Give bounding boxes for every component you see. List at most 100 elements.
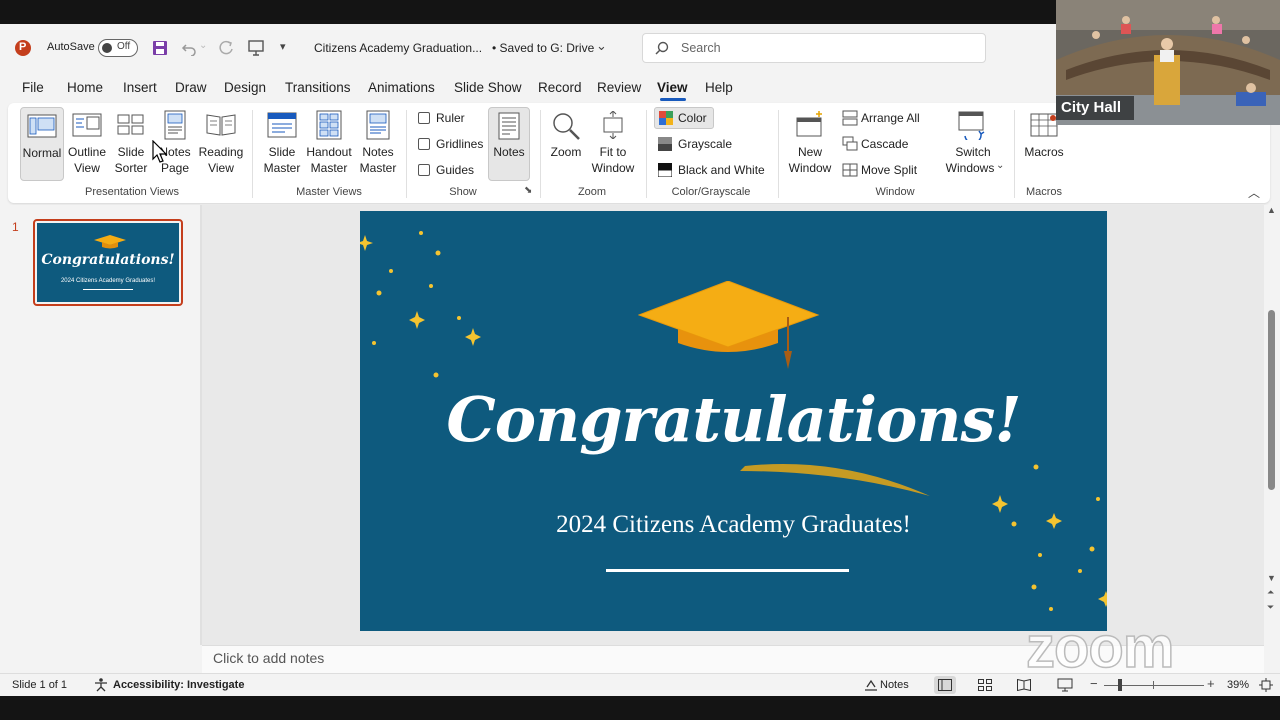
- cascade-label[interactable]: Cascade: [861, 137, 908, 151]
- slide-master-icon: [267, 112, 297, 138]
- tab-slide-show[interactable]: Slide Show: [454, 78, 522, 98]
- collapse-ribbon-chevron-up-icon[interactable]: ︿: [1248, 184, 1260, 201]
- tab-design[interactable]: Design: [224, 78, 266, 98]
- move-split-label[interactable]: Move Split: [861, 163, 917, 177]
- slide-sorter-label-2: Sorter: [114, 161, 148, 175]
- tab-view[interactable]: View: [657, 78, 688, 98]
- guides-checkbox[interactable]: [418, 164, 430, 176]
- ribbon-separator: [540, 110, 541, 198]
- notes-toggle-button[interactable]: Notes: [488, 107, 530, 181]
- scroll-up-icon[interactable]: ▲: [1267, 205, 1276, 215]
- next-slide-icon[interactable]: ⏷: [1267, 602, 1274, 613]
- undo-icon[interactable]: [181, 40, 197, 56]
- scroll-thumb[interactable]: [1268, 310, 1275, 490]
- arrange-all-icon[interactable]: [842, 110, 858, 126]
- slide-sorter-status-icon[interactable]: [978, 679, 992, 691]
- slide-master-button[interactable]: Slide Master: [260, 107, 304, 181]
- outline-view-button[interactable]: Outline View: [66, 107, 108, 181]
- normal-view-status-icon: [938, 679, 952, 691]
- saved-status-chevron-down-icon[interactable]: ⌄: [596, 38, 607, 54]
- tab-animations[interactable]: Animations: [368, 78, 435, 98]
- notes-status-icon[interactable]: [864, 679, 878, 691]
- macros-icon: [1030, 113, 1058, 137]
- macros-label: Macros: [1024, 145, 1064, 159]
- accessibility-status[interactable]: Accessibility: Investigate: [113, 679, 244, 691]
- notes-status-button[interactable]: Notes: [880, 679, 909, 691]
- fit-slide-icon[interactable]: [1259, 678, 1273, 692]
- window-group-label: Window: [875, 186, 915, 198]
- redo-icon[interactable]: [218, 40, 234, 56]
- fit-to-window-button[interactable]: Fit to Window: [588, 107, 638, 181]
- show-dialog-launcher-icon[interactable]: ⬊: [524, 185, 532, 196]
- slide-number: 1: [12, 220, 19, 234]
- grayscale-label[interactable]: Grayscale: [678, 137, 732, 151]
- zoom-percentage[interactable]: 39%: [1227, 679, 1249, 691]
- tab-draw[interactable]: Draw: [175, 78, 207, 98]
- bottom-black-bar: [0, 696, 1280, 720]
- zoom-in-icon[interactable]: +: [1207, 676, 1215, 691]
- cascade-icon[interactable]: [842, 136, 858, 152]
- slide-thumbnail[interactable]: Congratulations! 2024 Citizens Academy G…: [33, 219, 183, 306]
- tab-insert[interactable]: Insert: [123, 78, 157, 98]
- tab-record[interactable]: Record: [538, 78, 582, 98]
- zoom-button[interactable]: Zoom: [546, 107, 586, 181]
- normal-view-button[interactable]: Normal: [20, 107, 64, 181]
- color-button[interactable]: Color: [654, 107, 714, 129]
- slide-sorter-button[interactable]: Slide Sorter: [110, 107, 152, 181]
- undo-dropdown-icon[interactable]: ⌄: [199, 40, 207, 51]
- ribbon-separator: [406, 110, 407, 198]
- accessibility-icon[interactable]: [94, 678, 108, 692]
- saved-status[interactable]: • Saved to G: Drive: [492, 41, 594, 55]
- outline-view-icon: [72, 113, 102, 137]
- tab-home[interactable]: Home: [67, 78, 103, 98]
- scroll-down-icon[interactable]: ▼: [1267, 573, 1276, 583]
- slide-sorter-label-1: Slide: [117, 145, 145, 159]
- black-and-white-icon[interactable]: [658, 163, 672, 177]
- tab-file[interactable]: File: [22, 78, 44, 98]
- main-slide[interactable]: Congratulations! 2024 Citizens Academy G…: [360, 211, 1107, 631]
- previous-slide-icon[interactable]: ⏶: [1267, 587, 1274, 598]
- notes-master-label-2: Master: [359, 161, 397, 175]
- powerpoint-logo-icon: P: [15, 40, 31, 56]
- normal-view-status-button[interactable]: [934, 676, 956, 694]
- handout-master-button[interactable]: Handout Master: [304, 107, 354, 181]
- vertical-scrollbar[interactable]: ▲ ▼ ⏶ ⏷: [1264, 205, 1280, 645]
- outline-view-label-2: View: [74, 161, 100, 175]
- reading-view-button[interactable]: Reading View: [198, 107, 244, 181]
- normal-view-icon: [27, 114, 57, 138]
- gridlines-label: Gridlines: [436, 137, 484, 151]
- presentation-views-group-label: Presentation Views: [85, 186, 179, 198]
- arrange-all-label[interactable]: Arrange All: [861, 111, 920, 125]
- tab-review[interactable]: Review: [597, 78, 641, 98]
- gridlines-checkbox[interactable]: [418, 138, 430, 150]
- color-label: Color: [678, 111, 707, 125]
- move-split-icon[interactable]: [842, 162, 858, 178]
- reading-view-icon: [206, 114, 236, 136]
- switch-windows-label-2: Windows: [945, 161, 995, 175]
- document-title[interactable]: Citizens Academy Graduation...: [314, 41, 482, 55]
- grayscale-icon[interactable]: [658, 137, 672, 151]
- tab-transitions[interactable]: Transitions: [285, 78, 351, 98]
- slide-master-label-2: Master: [263, 161, 301, 175]
- switch-windows-button[interactable]: Switch Windows ⌄: [940, 107, 1006, 181]
- ruler-checkbox[interactable]: [418, 112, 430, 124]
- thumbnail-title: Congratulations!: [41, 252, 175, 268]
- switch-windows-chevron-down-icon: ⌄: [996, 160, 1005, 171]
- save-icon[interactable]: [152, 40, 168, 56]
- slide-subtitle[interactable]: 2024 Citizens Academy Graduates!: [360, 511, 1107, 539]
- notes-master-label-1: Notes: [362, 145, 394, 159]
- customize-toolbar-icon[interactable]: ▾: [280, 40, 286, 53]
- slide-title[interactable]: Congratulations!: [360, 383, 1107, 456]
- notes-master-button[interactable]: Notes Master: [356, 107, 400, 181]
- autosave-toggle[interactable]: Off: [98, 39, 138, 57]
- new-window-button[interactable]: New Window: [786, 107, 834, 181]
- search-box[interactable]: Search: [642, 33, 986, 63]
- tab-help[interactable]: Help: [705, 78, 733, 98]
- black-and-white-label[interactable]: Black and White: [678, 163, 765, 177]
- notes-page-icon: [164, 110, 186, 140]
- slide-underline: [606, 569, 849, 572]
- present-from-start-icon[interactable]: [247, 39, 265, 57]
- reading-view-label-1: Reading: [198, 145, 244, 159]
- video-tile-city-hall[interactable]: City Hall: [1056, 0, 1280, 125]
- autosave-label: AutoSave: [47, 41, 95, 53]
